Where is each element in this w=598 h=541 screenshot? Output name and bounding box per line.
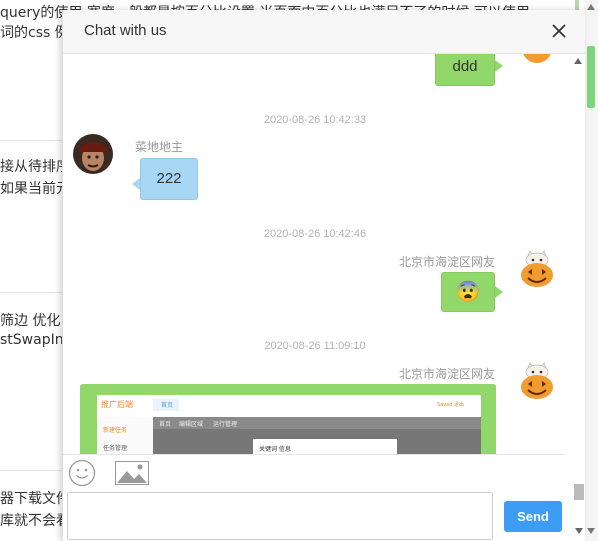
background-text: 如果当前元	[0, 181, 70, 197]
divider	[0, 140, 62, 141]
scroll-up-arrow-icon[interactable]	[574, 58, 582, 64]
page-scroll-thumb[interactable]	[587, 46, 595, 108]
thumb-side-item: 新建任务	[103, 427, 128, 434]
background-text: 器下载文件	[0, 491, 70, 507]
divider	[0, 470, 62, 471]
thumb-tab-2: 运行管理	[213, 421, 238, 428]
thumb-sidebar: 新建任务 任务管理	[97, 417, 154, 454]
scroll-down-arrow-icon[interactable]	[587, 528, 595, 534]
close-icon	[552, 24, 566, 38]
pumpkin-cat-avatar-icon	[517, 248, 557, 288]
bubble-tail	[495, 60, 503, 72]
timestamp: 2020-08-26 10:42:46	[263, 228, 367, 240]
avatar	[73, 134, 113, 174]
chat-title: Chat with us	[84, 22, 167, 39]
timestamp: 2020-08-26 11:09:10	[264, 340, 366, 352]
background-text: 库就不会看	[0, 513, 70, 529]
message-bubble: 😨	[441, 272, 495, 312]
divider	[0, 292, 62, 293]
message-input[interactable]	[67, 492, 493, 540]
background-text: stSwapIn	[0, 332, 64, 348]
chat-header: Chat with us	[63, 10, 585, 54]
thumb-overlay: 首页 编辑区域 运行管理 关键词 信息	[153, 417, 481, 454]
thumb-topbar: 推广后端 首页 Saved 退出	[97, 395, 481, 418]
image-thumbnail: 推广后端 首页 Saved 退出 新建任务 任务管理 首页 编辑区域 运行管理	[97, 395, 481, 454]
pumpkin-cat-avatar-icon	[523, 54, 551, 63]
sender-name: 北京市海淀区网友	[399, 367, 496, 381]
sender-name: 北京市海淀区网友	[399, 255, 496, 269]
page-scrollbar[interactable]	[584, 0, 598, 541]
composer-scrollbar[interactable]	[571, 480, 585, 541]
thumb-dialog: 关键词 信息	[253, 439, 397, 454]
avatar	[517, 54, 557, 64]
avatar	[517, 248, 557, 288]
thumb-top-links: Saved 退出	[437, 402, 465, 408]
image-upload-button[interactable]	[115, 461, 149, 485]
thumb-dialog-title: 关键词 信息	[259, 446, 291, 453]
message-bubble: ddd	[435, 54, 495, 86]
sender-name: 菜地地主	[135, 140, 184, 154]
timestamp: 2020-08-26 10:42:33	[263, 114, 367, 126]
bubble-tail	[132, 178, 140, 190]
scroll-up-arrow-icon[interactable]	[587, 4, 595, 10]
message-list[interactable]: ddd 2020-08-26 10:42:33 菜地地主 222 2020-08…	[63, 54, 567, 454]
avatar	[517, 360, 557, 400]
thumb-tab-label: 首页	[161, 402, 174, 409]
close-button[interactable]	[549, 21, 569, 41]
image-message[interactable]: 推广后端 首页 Saved 退出 新建任务 任务管理 首页 编辑区域 运行管理	[80, 384, 496, 454]
chat-window: Chat with us ddd 2020-08-26 10:42:33 菜地地…	[62, 10, 585, 541]
background-text: 词的css 例	[0, 25, 69, 41]
composer-toolbar	[63, 454, 567, 491]
pumpkin-cat-avatar-icon	[517, 360, 557, 400]
message-bubble: 222	[140, 158, 198, 200]
send-button[interactable]: Send	[504, 501, 562, 532]
message-scrollbar[interactable]	[571, 54, 585, 454]
emoji: 😨	[455, 281, 481, 303]
message-text: ddd	[452, 58, 478, 75]
thumb-tab-1: 编辑区域	[179, 421, 204, 428]
image-icon	[115, 461, 149, 485]
bubble-tail	[495, 286, 503, 298]
thumb-tabbar: 首页 编辑区域 运行管理	[153, 417, 481, 429]
thumb-brand: 推广后端	[101, 400, 133, 409]
message-text: 222	[156, 170, 182, 187]
emoji-button[interactable]	[68, 459, 96, 487]
scroll-down-arrow-icon[interactable]	[575, 528, 583, 534]
composer-scroll-thumb[interactable]	[574, 484, 584, 500]
smiley-icon	[68, 459, 96, 487]
thumb-side-item: 任务管理	[103, 445, 128, 452]
pirate-avatar-icon	[73, 134, 113, 174]
thumb-tab-0: 首页	[159, 421, 172, 428]
